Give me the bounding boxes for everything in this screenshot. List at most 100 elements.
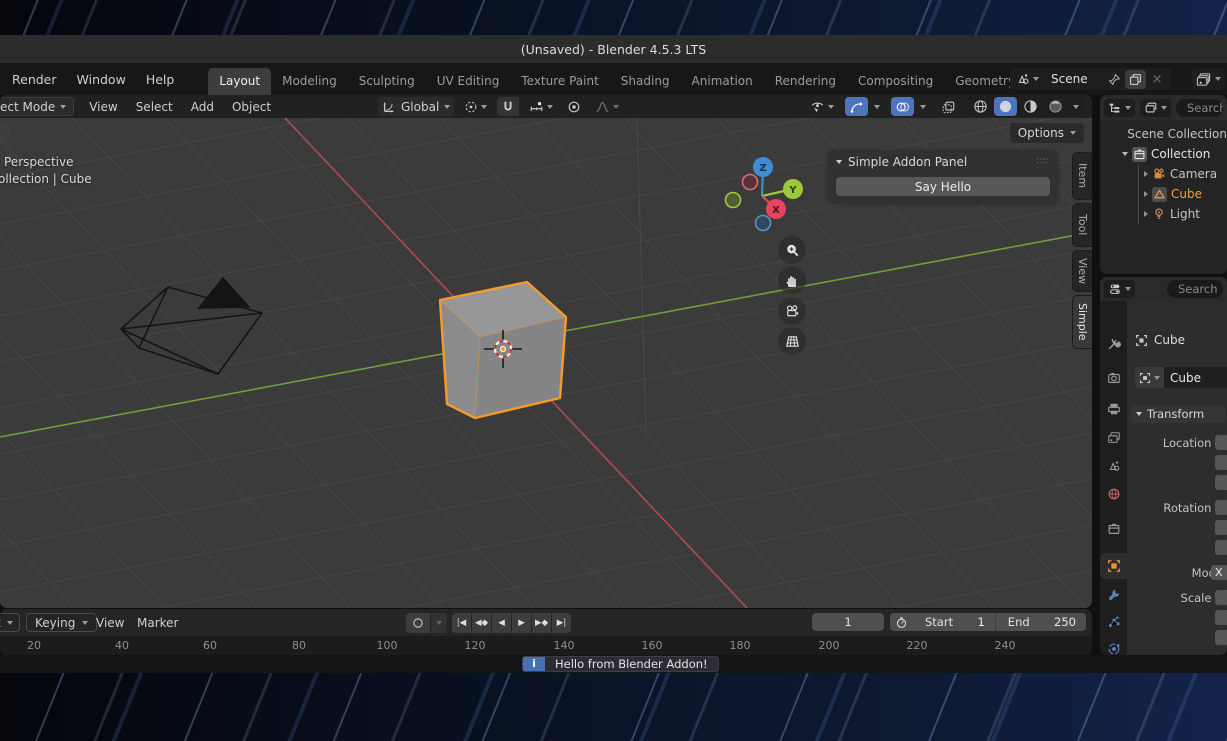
outliner-search-input[interactable]: Search: [1176, 99, 1223, 117]
outliner-row-collection[interactable]: Collection: [1100, 144, 1227, 164]
menu-render[interactable]: Render: [2, 68, 67, 91]
tab-sculpting[interactable]: Sculpting: [348, 68, 426, 95]
play-button[interactable]: ▶: [512, 613, 531, 633]
outliner-row-cube[interactable]: Cube: [1100, 184, 1227, 204]
sidebar-tab-simple[interactable]: Simple: [1072, 295, 1092, 349]
start-frame-field[interactable]: 1: [977, 615, 994, 629]
pan-view-button[interactable]: [778, 266, 806, 294]
tab-layout[interactable]: Layout: [208, 68, 271, 95]
rotation-mode-dropdown[interactable]: X: [1211, 565, 1227, 580]
physics-properties-tab[interactable]: [1100, 636, 1127, 655]
location-y-field[interactable]: [1215, 455, 1227, 470]
viewport-menu-select[interactable]: Select: [127, 100, 182, 114]
rotation-x-field[interactable]: [1215, 500, 1227, 515]
object-mode-dropdown[interactable]: ect Mode: [0, 97, 74, 116]
timeline-ruler[interactable]: 20 40 60 80 100 120 140 160 180 200 220 …: [0, 636, 1092, 655]
jump-to-end-button[interactable]: ▶|: [552, 613, 571, 633]
next-keyframe-button[interactable]: ▶◆: [532, 613, 551, 633]
toolbar-toggle-stub[interactable]: [0, 122, 10, 139]
tab-uv-editing[interactable]: UV Editing: [426, 68, 511, 95]
breadcrumb-object-name[interactable]: Cube: [1154, 333, 1185, 347]
timeline-menu-view[interactable]: View: [96, 616, 124, 630]
use-preview-range-toggle[interactable]: [890, 616, 913, 629]
viewport-menu-add[interactable]: Add: [182, 100, 223, 114]
auto-keying-toggle[interactable]: [406, 613, 430, 633]
shading-material-button[interactable]: [1019, 97, 1042, 116]
view-layer-selector[interactable]: [1192, 68, 1225, 90]
object-id-dropdown[interactable]: [1135, 367, 1164, 388]
scene-name[interactable]: Scene: [1043, 72, 1104, 86]
sidebar-tab-item[interactable]: Item: [1072, 152, 1092, 200]
scene-browse-button[interactable]: [1012, 70, 1043, 89]
orthographic-view-button[interactable]: [778, 327, 806, 355]
menu-help[interactable]: Help: [136, 68, 185, 91]
view-layer-properties-tab[interactable]: [1100, 425, 1127, 451]
scene-properties-tab[interactable]: [1100, 453, 1127, 479]
window-titlebar[interactable]: (Unsaved) - Blender 4.5.3 LTS: [0, 35, 1227, 63]
gizmo-minus-x[interactable]: [743, 175, 758, 190]
pin-scene-button[interactable]: [1104, 70, 1125, 89]
say-hello-button[interactable]: Say Hello: [836, 177, 1050, 196]
zoom-view-button[interactable]: [778, 236, 806, 264]
gizmo-minus-z[interactable]: [756, 216, 771, 231]
location-z-field[interactable]: [1215, 475, 1227, 490]
snap-target-dropdown[interactable]: [525, 97, 557, 116]
shading-dropdown[interactable]: [1069, 97, 1083, 116]
play-reverse-button[interactable]: ◀: [492, 613, 511, 633]
end-frame-field[interactable]: 250: [1054, 615, 1086, 629]
tab-modeling[interactable]: Modeling: [271, 68, 348, 95]
timeline-menu-marker[interactable]: Marker: [137, 616, 178, 630]
current-frame-field[interactable]: 1: [812, 613, 884, 631]
scale-y-field[interactable]: [1215, 610, 1227, 625]
show-overlays-toggle[interactable]: [891, 97, 914, 116]
particle-properties-tab[interactable]: [1100, 609, 1127, 635]
proportional-falloff-dropdown[interactable]: [591, 97, 623, 116]
shading-solid-button[interactable]: [994, 97, 1017, 116]
gizmo-dropdown[interactable]: [870, 97, 884, 116]
sidebar-tab-view[interactable]: View: [1072, 250, 1092, 292]
unlink-scene-button[interactable]: ×: [1146, 72, 1169, 87]
rotation-y-field[interactable]: [1215, 520, 1227, 535]
object-name-field[interactable]: Cube: [1164, 367, 1227, 388]
xray-toggle[interactable]: [937, 97, 960, 116]
viewport-menu-view[interactable]: View: [80, 100, 126, 114]
world-properties-tab[interactable]: [1100, 481, 1127, 507]
tab-rendering[interactable]: Rendering: [764, 68, 847, 95]
addon-notification[interactable]: i Hello from Blender Addon!: [522, 656, 719, 672]
overlays-dropdown[interactable]: [916, 97, 930, 116]
rotation-z-field[interactable]: [1215, 540, 1227, 555]
collection-properties-tab[interactable]: [1100, 516, 1127, 542]
sidebar-tab-tool[interactable]: Tool: [1072, 203, 1092, 247]
pivot-point-dropdown[interactable]: [460, 97, 491, 116]
modifier-properties-tab[interactable]: [1100, 582, 1127, 608]
panel-drag-handle[interactable]: ∷∷: [1037, 157, 1050, 167]
scale-z-field[interactable]: [1215, 630, 1227, 645]
auto-keying-dropdown[interactable]: [431, 613, 447, 633]
output-properties-tab[interactable]: [1100, 396, 1127, 422]
playback-menu[interactable]: k: [0, 613, 20, 632]
outliner-row-scene-collection[interactable]: Scene Collection: [1100, 124, 1227, 144]
camera-view-button[interactable]: [778, 297, 806, 325]
outliner-row-light[interactable]: Light: [1100, 204, 1227, 224]
transform-panel-header[interactable]: Transform: [1131, 405, 1225, 423]
addon-panel-header[interactable]: Simple Addon Panel ∷∷: [828, 150, 1058, 172]
shading-wireframe-button[interactable]: [969, 97, 992, 116]
outliner-row-camera[interactable]: Camera: [1100, 164, 1227, 184]
tab-texture-paint[interactable]: Texture Paint: [510, 68, 609, 95]
gizmo-minus-y[interactable]: [726, 193, 741, 208]
snap-toggle[interactable]: [497, 97, 519, 116]
previous-keyframe-button[interactable]: ◀◆: [472, 613, 491, 633]
new-scene-button[interactable]: [1125, 70, 1146, 89]
transform-orientation-dropdown[interactable]: Global: [378, 97, 454, 116]
shading-rendered-button[interactable]: [1044, 97, 1067, 116]
tab-animation[interactable]: Animation: [681, 68, 764, 95]
properties-search-input[interactable]: Search: [1167, 280, 1223, 298]
show-object-types-dropdown[interactable]: [806, 97, 838, 116]
viewport-canvas[interactable]: Z Y X Perspective ollection | Cube Optio…: [0, 118, 1092, 608]
properties-editor-type-dropdown[interactable]: [1104, 280, 1135, 298]
show-gizmo-toggle[interactable]: [845, 97, 868, 116]
menu-window[interactable]: Window: [67, 68, 136, 91]
location-x-field[interactable]: [1215, 435, 1227, 450]
proportional-editing-toggle[interactable]: [563, 97, 585, 116]
tab-compositing[interactable]: Compositing: [847, 68, 944, 95]
